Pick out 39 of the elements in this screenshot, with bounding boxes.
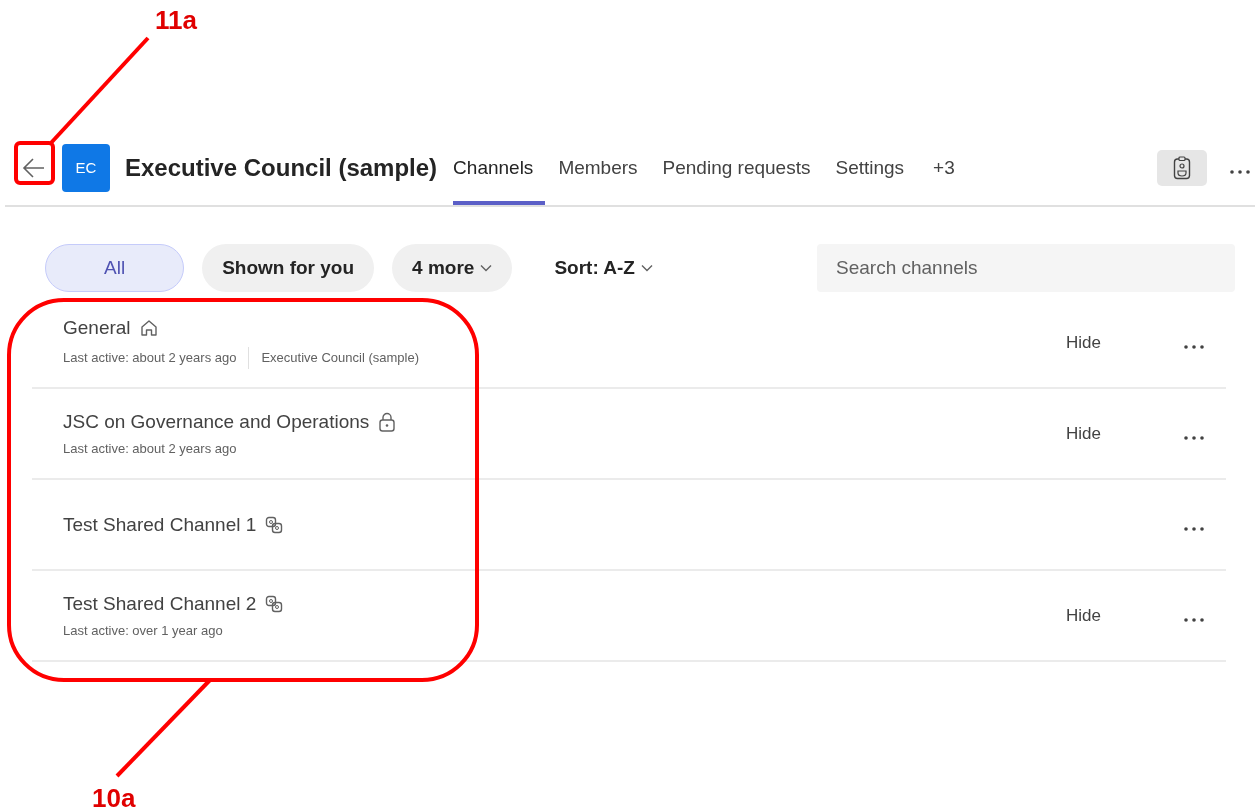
- channel-name[interactable]: Test Shared Channel 1: [63, 513, 257, 536]
- filter-chip[interactable]: Shown for you: [202, 244, 375, 292]
- team-title: Executive Council (sample): [125, 153, 438, 182]
- badge-button[interactable]: [1157, 149, 1207, 186]
- hide-button[interactable]: Hide: [1066, 332, 1101, 353]
- channel-name[interactable]: Test Shared Channel 2: [63, 593, 257, 615]
- hide-button[interactable]: Hide: [1066, 605, 1101, 626]
- ellipsis-icon: [1183, 343, 1205, 350]
- team-avatar: EC: [62, 143, 110, 192]
- shared-channel-icon: [265, 515, 284, 534]
- last-active-text: Last active: about 2 years ago: [63, 350, 237, 365]
- shared-channel-icon: [265, 595, 284, 613]
- ellipsis-icon: [1183, 616, 1205, 623]
- tab[interactable]: Members: [558, 130, 650, 205]
- lock-icon: [378, 412, 397, 432]
- id-badge-icon: [1173, 155, 1191, 180]
- chevron-icon: [480, 264, 493, 272]
- hide-button[interactable]: Hide: [1066, 423, 1101, 444]
- more-tabs-button[interactable]: +3: [929, 156, 959, 179]
- filter-dropdown[interactable]: 4 more: [392, 244, 513, 292]
- back-arrow-icon: [22, 156, 46, 179]
- last-active-text: Last active: over 1 year ago: [63, 623, 223, 638]
- home-icon: [139, 318, 158, 337]
- ellipsis-icon: [1229, 168, 1251, 175]
- filter-chip[interactable]: All: [45, 244, 185, 292]
- ellipsis-icon: [1183, 434, 1205, 441]
- tab[interactable]: Pending requests: [662, 130, 823, 205]
- last-active-text: Last active: about 2 years ago: [63, 441, 237, 456]
- channel-name[interactable]: JSC on Governance and Operations: [63, 411, 370, 433]
- sort-dropdown[interactable]: Sort: A-Z: [548, 244, 659, 292]
- search-field[interactable]: Search channels: [817, 244, 1235, 292]
- callout-label: 10a: [92, 783, 136, 812]
- tab[interactable]: Settings: [835, 130, 917, 205]
- callout-label: 11a: [155, 5, 197, 36]
- ellipsis-icon: [1183, 525, 1205, 532]
- team-text: Executive Council (sample): [261, 350, 419, 365]
- tab[interactable]: Channels: [453, 130, 546, 205]
- channel-name[interactable]: General: [63, 316, 131, 339]
- chevron-icon: [640, 264, 653, 272]
